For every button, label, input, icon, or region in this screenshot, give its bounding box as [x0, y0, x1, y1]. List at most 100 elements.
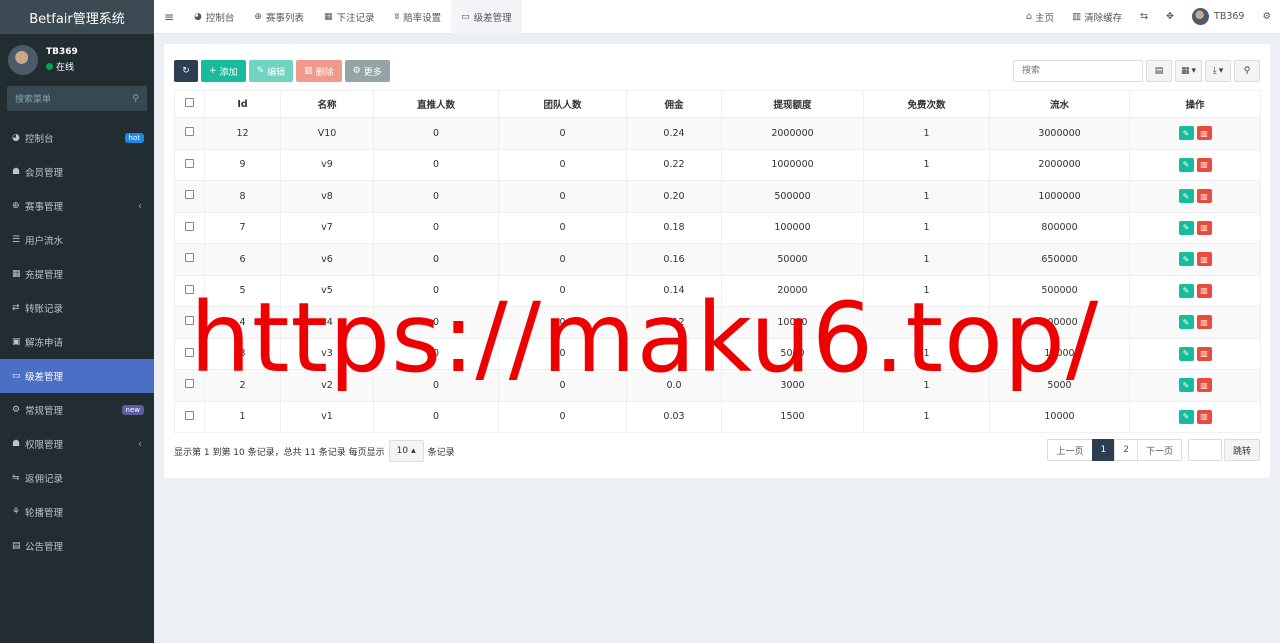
row-actions: ✎ ▥ [1129, 306, 1261, 339]
column-header[interactable]: 流水 [989, 90, 1130, 118]
sidebar-item-8[interactable]: ⚙ 常规管理 new [0, 393, 154, 427]
sidebar-item-5[interactable]: ⇄ 转账记录 [0, 291, 154, 325]
row-checkbox[interactable] [185, 253, 194, 263]
card-icon: ▭ [461, 11, 470, 22]
image-icon: ⚘ [12, 507, 21, 517]
row-checkbox[interactable] [185, 410, 194, 420]
globe-icon: ⊕ [12, 201, 20, 211]
delete-label: 删除 [315, 67, 334, 78]
column-header[interactable]: Id [204, 90, 281, 118]
refresh-button[interactable]: ↻ [174, 60, 198, 82]
menu-toggle-icon[interactable]: ≡ [154, 10, 184, 24]
more-button[interactable]: ⚙ 更多 [344, 60, 390, 82]
column-header[interactable]: 直推人数 [373, 90, 499, 118]
row-delete-button[interactable]: ▥ [1196, 189, 1212, 204]
row-edit-button[interactable]: ✎ [1178, 409, 1194, 424]
row-delete-button[interactable]: ▥ [1196, 346, 1212, 361]
clear-cache-button[interactable]: ▥ 清除缓存 [1063, 10, 1131, 24]
row-edit-button[interactable]: ✎ [1178, 315, 1194, 330]
row-edit-button[interactable]: ✎ [1178, 283, 1194, 298]
sidebar-item-0[interactable]: ◕ 控制台 hot [0, 121, 154, 155]
jump-button[interactable]: 跳转 [1223, 439, 1260, 461]
row-checkbox[interactable] [185, 158, 194, 168]
sidebar-item-1[interactable]: ☗ 会员管理 [0, 155, 154, 189]
advanced-search-button[interactable]: ⚲ [1234, 60, 1260, 82]
next-page-button[interactable]: 下一页 [1136, 439, 1182, 461]
sidebar-item-10[interactable]: ⇋ 返佣记录 [0, 461, 154, 495]
fullscreen-button[interactable]: ✥ [1157, 11, 1183, 22]
row-edit-button[interactable]: ✎ [1178, 157, 1194, 172]
row-checkbox[interactable] [185, 316, 194, 326]
topbar: ≡ ◕ 控制台 ⊕ 赛事列表 ▦ 下注记录 ʬ 赔率设置 ▭ 级差管理 ⌂ 主页 ▥ 清除缓存 ⇆ ✥… [154, 0, 1280, 34]
fullscreen-icon: ✥ [1166, 11, 1175, 22]
row-edit-button[interactable]: ✎ [1178, 220, 1194, 235]
page-size-select[interactable]: 10 ▴ [388, 440, 424, 462]
row-edit-button[interactable]: ✎ [1178, 189, 1194, 204]
page-button-2[interactable]: 2 [1114, 439, 1138, 461]
edit-button[interactable]: ✎ 编辑 [248, 60, 294, 82]
row-checkbox[interactable] [185, 284, 194, 294]
row-edit-button[interactable]: ✎ [1178, 378, 1194, 393]
row-delete-button[interactable]: ▥ [1196, 378, 1212, 393]
content-panel: ↻ +添加 ✎编辑 ▥删除 ⚙更多 ▤ ▦▾ ⤓▾ ⚲ Id名称直推人数团队人数… [164, 44, 1270, 478]
toggle-view-button[interactable]: ▤ [1145, 60, 1172, 82]
column-header[interactable]: 免费次数 [863, 90, 990, 118]
row-checkbox[interactable] [185, 347, 194, 357]
column-header[interactable]: 名称 [280, 90, 374, 118]
brand-title[interactable]: Betfair管理系统 [0, 0, 154, 34]
row-edit-button[interactable]: ✎ [1178, 126, 1194, 141]
pagination: 上一页 1 2 下一页 跳转 [1047, 439, 1260, 461]
top-tab-1[interactable]: ⊕ 赛事列表 [244, 0, 314, 34]
add-button[interactable]: + 添加 [201, 60, 246, 82]
row-checkbox[interactable] [185, 379, 194, 389]
delete-button[interactable]: ▥ 删除 [296, 60, 342, 82]
top-tab-0[interactable]: ◕ 控制台 [184, 0, 244, 34]
sidebar-item-7[interactable]: ▭ 级差管理 [0, 359, 154, 393]
column-header[interactable]: 佣金 [626, 90, 722, 118]
row-delete-button[interactable]: ▥ [1196, 220, 1212, 235]
sidebar-item-label: 转账记录 [25, 304, 64, 315]
home-link[interactable]: ⌂ 主页 [1017, 10, 1063, 24]
row-edit-button[interactable]: ✎ [1178, 252, 1194, 267]
sidebar-item-3[interactable]: ☰ 用户流水 [0, 223, 154, 257]
prev-page-button[interactable]: 上一页 [1047, 439, 1093, 461]
sidebar-item-6[interactable]: ▣ 解冻申请 [0, 325, 154, 359]
settings-button[interactable]: ⚙ [1253, 11, 1280, 22]
translate-button[interactable]: ⇆ [1131, 11, 1157, 22]
sidebar-item-4[interactable]: ▦ 充提管理 [0, 257, 154, 291]
top-tab-2[interactable]: ▦ 下注记录 [314, 0, 385, 34]
table-search-input[interactable] [1012, 60, 1143, 82]
page-button-1[interactable]: 1 [1091, 439, 1116, 461]
column-header[interactable]: 操作 [1129, 90, 1261, 118]
user-menu[interactable]: TB369 [1183, 8, 1253, 25]
column-header[interactable]: 提现额度 [721, 90, 864, 118]
column-header[interactable]: 团队人数 [498, 90, 627, 118]
sidebar-item-12[interactable]: ▤ 公告管理 [0, 529, 154, 563]
row-checkbox[interactable] [185, 221, 194, 231]
sidebar-search-placeholder: 搜索菜单 [15, 95, 52, 105]
jump-page-input[interactable] [1187, 439, 1222, 461]
sidebar-item-2[interactable]: ⊕ 赛事管理 ‹ [0, 189, 154, 223]
top-tab-3[interactable]: ʬ 赔率设置 [384, 0, 451, 34]
row-delete-button[interactable]: ▥ [1196, 409, 1212, 424]
row-delete-button[interactable]: ▥ [1196, 252, 1212, 267]
table-cell: v6 [280, 243, 374, 276]
row-checkbox[interactable] [185, 190, 194, 200]
sidebar-search-input[interactable]: 搜索菜单 ⚲ [7, 86, 147, 111]
sidebar-item-11[interactable]: ⚘ 轮播管理 [0, 495, 154, 529]
export-button[interactable]: ⤓ ▾ [1205, 60, 1231, 82]
top-tab-4[interactable]: ▭ 级差管理 [451, 0, 522, 34]
row-delete-button[interactable]: ▥ [1196, 283, 1212, 298]
sidebar-item-9[interactable]: ☗ 权限管理 ‹ [0, 427, 154, 461]
row-delete-button[interactable]: ▥ [1196, 126, 1212, 141]
row-delete-button[interactable]: ▥ [1196, 157, 1212, 172]
row-checkbox[interactable] [185, 127, 194, 137]
more-label: 更多 [363, 67, 382, 78]
row-delete-button[interactable]: ▥ [1196, 315, 1212, 330]
plus-icon: + [209, 66, 217, 76]
table-cell: 1500 [721, 400, 864, 433]
select-all-checkbox[interactable] [185, 98, 194, 107]
columns-button[interactable]: ▦ ▾ [1174, 60, 1202, 82]
refresh-icon: ↻ [182, 66, 190, 76]
row-edit-button[interactable]: ✎ [1178, 346, 1194, 361]
